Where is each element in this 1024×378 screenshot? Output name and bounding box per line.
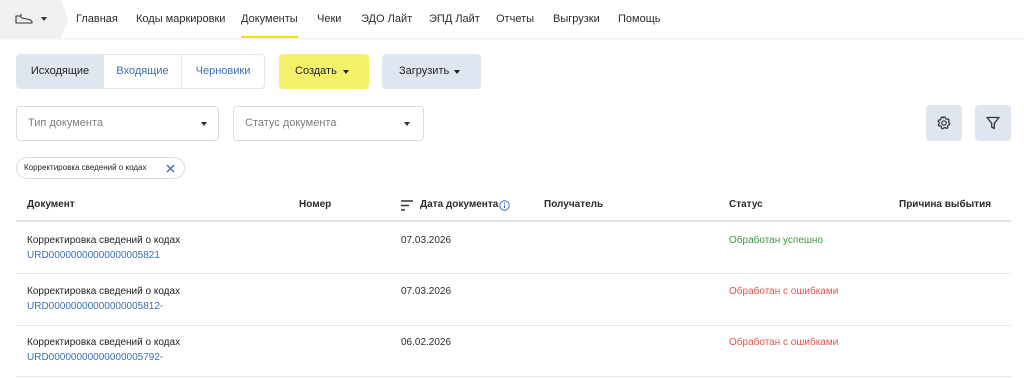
product-switcher[interactable] <box>0 0 68 38</box>
chevron-down-icon <box>404 122 410 126</box>
doc-status-placeholder: Статус документа <box>245 117 337 129</box>
nav-item-documents[interactable]: Документы <box>241 12 298 38</box>
row-document-title: Корректировка сведений о кодах <box>27 235 181 246</box>
filter-icon <box>986 116 1000 130</box>
column-header-number: Номер <box>299 199 332 210</box>
tab-drafts[interactable]: Черновики <box>182 55 264 88</box>
table-header-divider <box>16 220 1011 222</box>
row-date: 06.02.2026 <box>401 337 452 348</box>
chevron-down-icon <box>343 70 349 74</box>
active-filter-chip: Корректировка сведений о кодах <box>16 157 185 179</box>
nav-item-home[interactable]: Главная <box>76 12 118 26</box>
nav-divider <box>0 38 1024 40</box>
row-document-link[interactable]: URD00000000000000005812- <box>27 301 163 313</box>
column-header-status: Статус <box>729 199 763 210</box>
doc-status-select[interactable]: Статус документа <box>233 106 424 141</box>
row-status: Обработан успешно <box>729 235 823 246</box>
nav-item-edo-lite[interactable]: ЭДО Лайт <box>361 12 412 26</box>
row-divider <box>16 273 1011 274</box>
tab-outgoing[interactable]: Исходящие <box>17 55 103 88</box>
create-button-label: Создать <box>295 65 337 77</box>
upload-button-label: Загрузить <box>399 65 450 77</box>
row-divider <box>16 376 1011 377</box>
row-document-link[interactable]: URD00000000000000005821 <box>27 250 160 262</box>
row-status: Обработан с ошибками <box>729 286 839 297</box>
nav-item-epd-lite[interactable]: ЭПД Лайт <box>429 12 480 26</box>
chip-label: Корректировка сведений о кодах <box>24 163 147 172</box>
close-icon[interactable] <box>166 164 175 173</box>
row-document-link[interactable]: URD00000000000000005792- <box>27 352 163 364</box>
nav-item-help[interactable]: Помощь <box>618 12 661 26</box>
column-header-recipient: Получатель <box>544 199 604 210</box>
column-header-date[interactable]: Дата документа <box>420 199 498 211</box>
doc-type-placeholder: Тип документа <box>28 117 104 129</box>
doc-type-select[interactable]: Тип документа <box>16 106 219 141</box>
row-status: Обработан с ошибками <box>729 337 839 348</box>
nav-item-codes[interactable]: Коды маркировки <box>136 12 225 26</box>
nav-item-receipts[interactable]: Чеки <box>317 12 341 26</box>
document-direction-tabs: Исходящие Входящие Черновики <box>16 54 265 89</box>
info-icon[interactable] <box>499 200 510 211</box>
shoe-icon <box>15 14 33 24</box>
filter-button[interactable] <box>975 105 1011 141</box>
column-header-withdrawal-reason: Причина выбытия <box>899 199 992 210</box>
row-document-title: Корректировка сведений о кодах <box>27 286 181 297</box>
row-date: 07.03.2026 <box>401 235 452 246</box>
settings-button[interactable] <box>926 105 962 141</box>
row-date: 07.03.2026 <box>401 286 452 297</box>
tab-incoming[interactable]: Входящие <box>104 55 181 88</box>
row-divider <box>16 325 1011 326</box>
chevron-down-icon <box>41 17 47 21</box>
nav-item-reports[interactable]: Отчеты <box>496 12 534 26</box>
chevron-down-icon <box>201 122 207 126</box>
top-navigation: Главная Коды маркировки Документы Чеки Э… <box>0 0 1024 40</box>
upload-button[interactable]: Загрузить <box>382 54 481 89</box>
nav-item-exports[interactable]: Выгрузки <box>553 12 600 26</box>
column-header-document: Документ <box>27 199 75 210</box>
sort-icon[interactable] <box>401 200 413 211</box>
create-button[interactable]: Создать <box>279 54 369 89</box>
gear-icon <box>937 116 951 130</box>
chevron-down-icon <box>454 70 460 74</box>
row-document-title: Корректировка сведений о кодах <box>27 337 181 348</box>
